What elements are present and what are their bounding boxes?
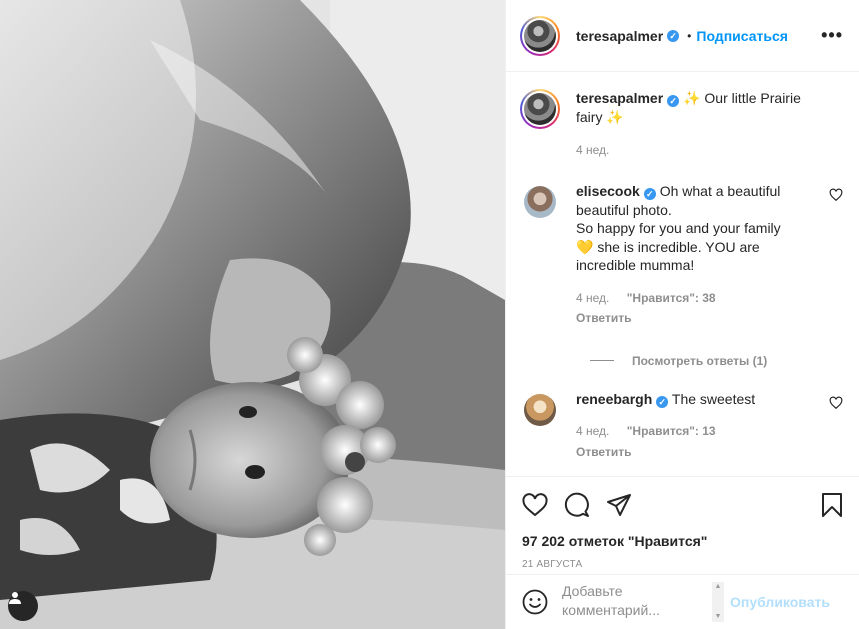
more-options-icon[interactable]: ••• bbox=[821, 25, 843, 46]
reply-button[interactable]: Ответить bbox=[576, 443, 808, 462]
separator-dot: • bbox=[687, 28, 692, 43]
save-bookmark-icon[interactable] bbox=[821, 492, 843, 518]
divider bbox=[590, 360, 614, 361]
author-avatar[interactable] bbox=[520, 15, 560, 56]
post-header: teresapalmer ✓ • Подписаться ••• bbox=[506, 0, 859, 72]
sparkle-emoji: ✨ bbox=[606, 109, 624, 125]
comment-time[interactable]: 4 нед. bbox=[576, 424, 609, 438]
like-comment-heart-icon[interactable] bbox=[829, 188, 843, 202]
share-paper-plane-icon[interactable] bbox=[606, 493, 632, 517]
post-actions: 97 202 отметок "Нравится" 21 АВГУСТА bbox=[506, 476, 859, 570]
post-date[interactable]: 21 АВГУСТА bbox=[522, 559, 843, 570]
action-bar bbox=[522, 491, 843, 519]
caption-author-avatar[interactable] bbox=[520, 89, 560, 129]
commenter-username[interactable]: elisecook bbox=[576, 183, 640, 199]
likes-count[interactable]: 97 202 отметок "Нравится" bbox=[522, 533, 843, 549]
comment-meta: 4 нед. "Нравится": 13 bbox=[576, 422, 808, 441]
comment-likes[interactable]: "Нравится": 38 bbox=[627, 291, 716, 305]
like-heart-icon[interactable] bbox=[522, 493, 548, 517]
comment-text: she is incredible. YOU are incredible mu… bbox=[576, 238, 760, 274]
sparkle-emoji: ✨ bbox=[683, 90, 701, 106]
add-comment-form: ▲ ▼ Опубликовать bbox=[506, 574, 859, 629]
post-photo[interactable] bbox=[0, 0, 505, 629]
caption-username[interactable]: teresapalmer bbox=[576, 90, 663, 106]
like-comment-heart-icon[interactable] bbox=[829, 396, 843, 410]
scroll-up-arrow-icon[interactable]: ▲ bbox=[715, 582, 722, 592]
scroll-down-arrow-icon[interactable]: ▼ bbox=[715, 612, 722, 622]
photo-image bbox=[0, 0, 505, 629]
commenter-username[interactable]: reneebargh bbox=[576, 391, 652, 407]
verified-badge-icon: ✓ bbox=[656, 395, 669, 408]
verified-badge-icon: ✓ bbox=[643, 188, 656, 200]
comments-list[interactable]: teresapalmer ✓ ✨ Our little Prairie fairy… bbox=[506, 73, 859, 475]
comment-text: So happy for you and your family bbox=[576, 220, 781, 236]
publish-button[interactable]: Опубликовать bbox=[730, 594, 830, 610]
post-caption: teresapalmer ✓ ✨ Our little Prairie fairy… bbox=[520, 89, 843, 160]
comment-input[interactable] bbox=[562, 582, 710, 622]
view-replies-label: Посмотреть ответы (1) bbox=[632, 353, 768, 368]
user-icon bbox=[9, 592, 21, 604]
comment-bubble-icon[interactable] bbox=[564, 492, 590, 518]
commenter-avatar[interactable] bbox=[524, 186, 556, 218]
emoji-smiley-icon[interactable] bbox=[522, 589, 548, 615]
view-replies-button[interactable]: Посмотреть ответы (1) bbox=[590, 354, 843, 368]
yellow-heart-emoji: 💛 bbox=[576, 238, 594, 255]
comment-likes[interactable]: "Нравится": 13 bbox=[627, 424, 716, 438]
reply-button[interactable]: Ответить bbox=[576, 309, 808, 328]
author-username[interactable]: teresapalmer bbox=[576, 28, 663, 44]
follow-button[interactable]: Подписаться bbox=[696, 28, 788, 44]
post-sidebar: teresapalmer ✓ • Подписаться ••• teresap… bbox=[505, 0, 859, 629]
list-item: elisecook ✓ Oh what a beautiful beautiful… bbox=[520, 182, 843, 328]
comment-meta: 4 нед. "Нравится": 38 bbox=[576, 289, 808, 308]
commenter-avatar[interactable] bbox=[524, 393, 556, 426]
caption-time[interactable]: 4 нед. bbox=[576, 141, 826, 160]
textarea-scrollbar[interactable]: ▲ ▼ bbox=[712, 582, 724, 622]
comment-time[interactable]: 4 нед. bbox=[576, 291, 609, 305]
verified-badge-icon: ✓ bbox=[667, 95, 680, 107]
comment-text: The sweetest bbox=[671, 390, 756, 407]
tagged-users-button[interactable] bbox=[8, 591, 38, 621]
verified-badge-icon: ✓ bbox=[667, 29, 680, 42]
list-item: reneebargh ✓ The sweetest 4 нед. "Нравитс… bbox=[520, 390, 843, 462]
